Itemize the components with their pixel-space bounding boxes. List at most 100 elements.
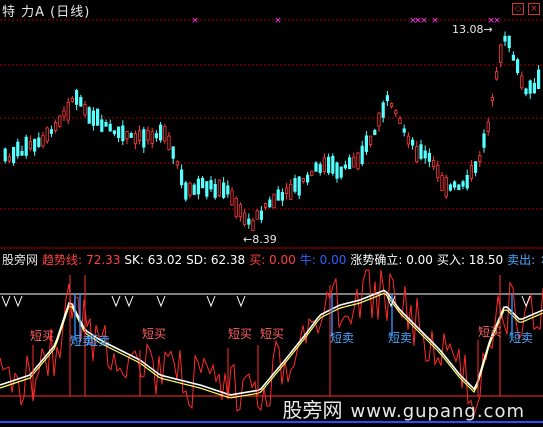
candle-body [356,152,360,170]
candle-body [66,101,70,121]
close-button[interactable]: × [528,3,540,15]
v-tick [111,295,121,308]
candle-body [448,184,453,191]
legend-item: SD: 62.38 [186,253,246,267]
candle-body [301,178,306,183]
candle-body [167,135,171,151]
candle-body [230,190,234,206]
candle-body [121,125,125,142]
candle-body [175,161,179,166]
v-tick [206,295,216,308]
candle-body [188,182,192,196]
candle-body [289,184,293,201]
legend-item: 买入: 18.50 [436,253,504,267]
v-tick [236,295,246,308]
buy-signal-label: 短买 [30,329,54,343]
candle-body [339,166,343,178]
candle-body [91,110,95,126]
candle-body [192,184,196,195]
price-labels: 13.08→ ←8.39 [243,23,493,246]
candle-body [255,210,259,220]
candle-body [310,170,314,176]
candle-body [247,218,251,225]
candle-body [28,140,33,150]
window-title: 特 力A (日线) [2,5,91,20]
high-price-label: 13.08→ [452,23,493,36]
candle-body [268,199,272,208]
candle-body [142,129,146,148]
candle-body [469,165,474,179]
candle-body [137,130,142,141]
candle-body [75,90,79,105]
candle-body [7,156,11,162]
candle-body [305,174,310,183]
candle-body [436,165,440,178]
candle-body [406,135,411,145]
candle-body [70,97,74,103]
candle-body [272,193,276,209]
candle-body [368,135,373,146]
v-tick [156,295,166,308]
legend-item: 涨势确立: 0.00 [350,253,433,267]
candle-body [352,156,356,168]
candle-body [3,148,7,162]
candle-body [440,175,444,191]
buy-signal-label: 短买 [478,325,502,339]
candle-body [326,156,331,174]
candle-body [444,177,448,197]
candle-body [154,133,158,139]
candle-body [423,150,427,159]
candle-body [200,177,205,189]
candle-body [11,146,16,164]
candle-body [343,164,348,169]
candle-body [377,112,381,127]
candle-body [125,131,129,140]
buy-signal-label: 短买 [142,327,166,341]
site-watermark: 股旁网 www.gupang.com [282,394,525,423]
candle-body [335,162,339,179]
candle-body [158,124,163,141]
candle-body [389,103,394,108]
candle-body [461,181,465,187]
candle-body [331,155,335,174]
legend-item: 卖出: ↕ [507,253,543,267]
watermark-domain: www.gupang.com [350,401,525,422]
candle-body [205,181,209,197]
candle-body [45,127,49,142]
candle-body [410,139,415,146]
legend-item: 牛: 0.00 [299,253,347,267]
candle-body [402,128,406,133]
indicator-legend: 股旁网 趋势线: 72.33 SK: 63.02 SD: 62.38 买: 0.00 牛: … [2,251,543,267]
candle-body [24,136,28,156]
candle-body [33,139,37,152]
candle-body [452,181,457,188]
legend-item: 72.33 [86,253,121,267]
candle-body [385,95,390,102]
v-tick [13,295,23,308]
sell-signal-label: 短卖 [388,331,412,345]
candle-body [117,126,121,139]
restore-button[interactable]: ◇ [512,3,524,15]
buy-signal-label: 短买 [228,327,252,341]
candle-body [263,203,268,208]
candle-body [133,133,137,145]
candle-body [104,122,108,127]
candle-body [499,44,503,64]
candle-body [100,119,104,132]
candle-body [196,178,200,195]
candle-body [179,169,184,186]
sell-signal-label: 短卖 [330,331,354,345]
chart-window: × × × × × × × × 13.08→ ←8.39 短买 短买 短买 短买 短买 短卖 短卖 短卖 短卖短… [0,0,543,427]
chart-canvas[interactable]: × × ××× × ×× 13.08→←8.39 短买 短买 短买 短买 短买短卖短卖 短卖 短卖短… [0,0,543,427]
candle-body [431,159,436,168]
v-tick [1,295,11,308]
candle-body [146,130,150,141]
candle-body [373,129,377,136]
candle-body [20,151,24,156]
candle-body [163,125,167,142]
candle-body [217,179,221,197]
candle-body [37,137,41,147]
candle-body [398,118,402,124]
candle-body [419,144,423,159]
candle-body [54,122,58,132]
